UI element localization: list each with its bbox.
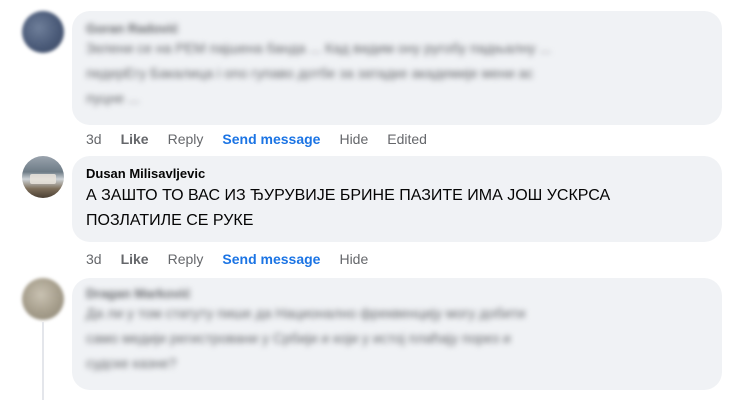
reply-button[interactable]: Reply <box>168 251 204 267</box>
comment-author[interactable]: Dusan Milisavljevic <box>86 166 708 181</box>
comment-text: Зелени се на РЕМ пајшена банда ... Кад в… <box>86 40 552 106</box>
like-button[interactable]: Like <box>121 251 149 267</box>
avatar[interactable] <box>22 156 64 198</box>
send-message-button[interactable]: Send message <box>222 131 320 147</box>
avatar-photo-detail <box>30 174 56 184</box>
timestamp[interactable]: 3d <box>86 131 102 147</box>
edited-label: Edited <box>387 131 427 147</box>
avatar[interactable] <box>22 278 64 320</box>
send-message-button[interactable]: Send message <box>222 251 320 267</box>
comment-text: Да ли у том статуту пише да Национално ф… <box>86 305 526 371</box>
comment-actions: 3d Like Reply Send message Hide Edited <box>86 130 446 148</box>
reply-thread-line <box>42 322 44 400</box>
hide-button[interactable]: Hide <box>339 131 368 147</box>
comment-author[interactable]: Goran Radović <box>86 21 708 36</box>
comment-author[interactable]: Dragan Marković <box>86 286 708 301</box>
avatar[interactable] <box>22 11 64 53</box>
like-button[interactable]: Like <box>121 131 149 147</box>
comment-bubble: Goran Radović Зелени се на РЕМ пајшена б… <box>72 11 722 125</box>
hide-button[interactable]: Hide <box>339 251 368 267</box>
comment-bubble: Dragan Marković Да ли у том статуту пише… <box>72 278 722 390</box>
comment-actions: 3d Like Reply Send message Hide <box>86 250 387 268</box>
comment-bubble: Dusan Milisavljevic А ЗАШТО ТО ВАС ИЗ ЂУ… <box>72 156 722 242</box>
comment-text: А ЗАШТО ТО ВАС ИЗ ЂУРУВИЈЕ БРИНЕ ПАЗИТЕ … <box>86 187 611 229</box>
reply-button[interactable]: Reply <box>168 131 204 147</box>
timestamp[interactable]: 3d <box>86 251 102 267</box>
